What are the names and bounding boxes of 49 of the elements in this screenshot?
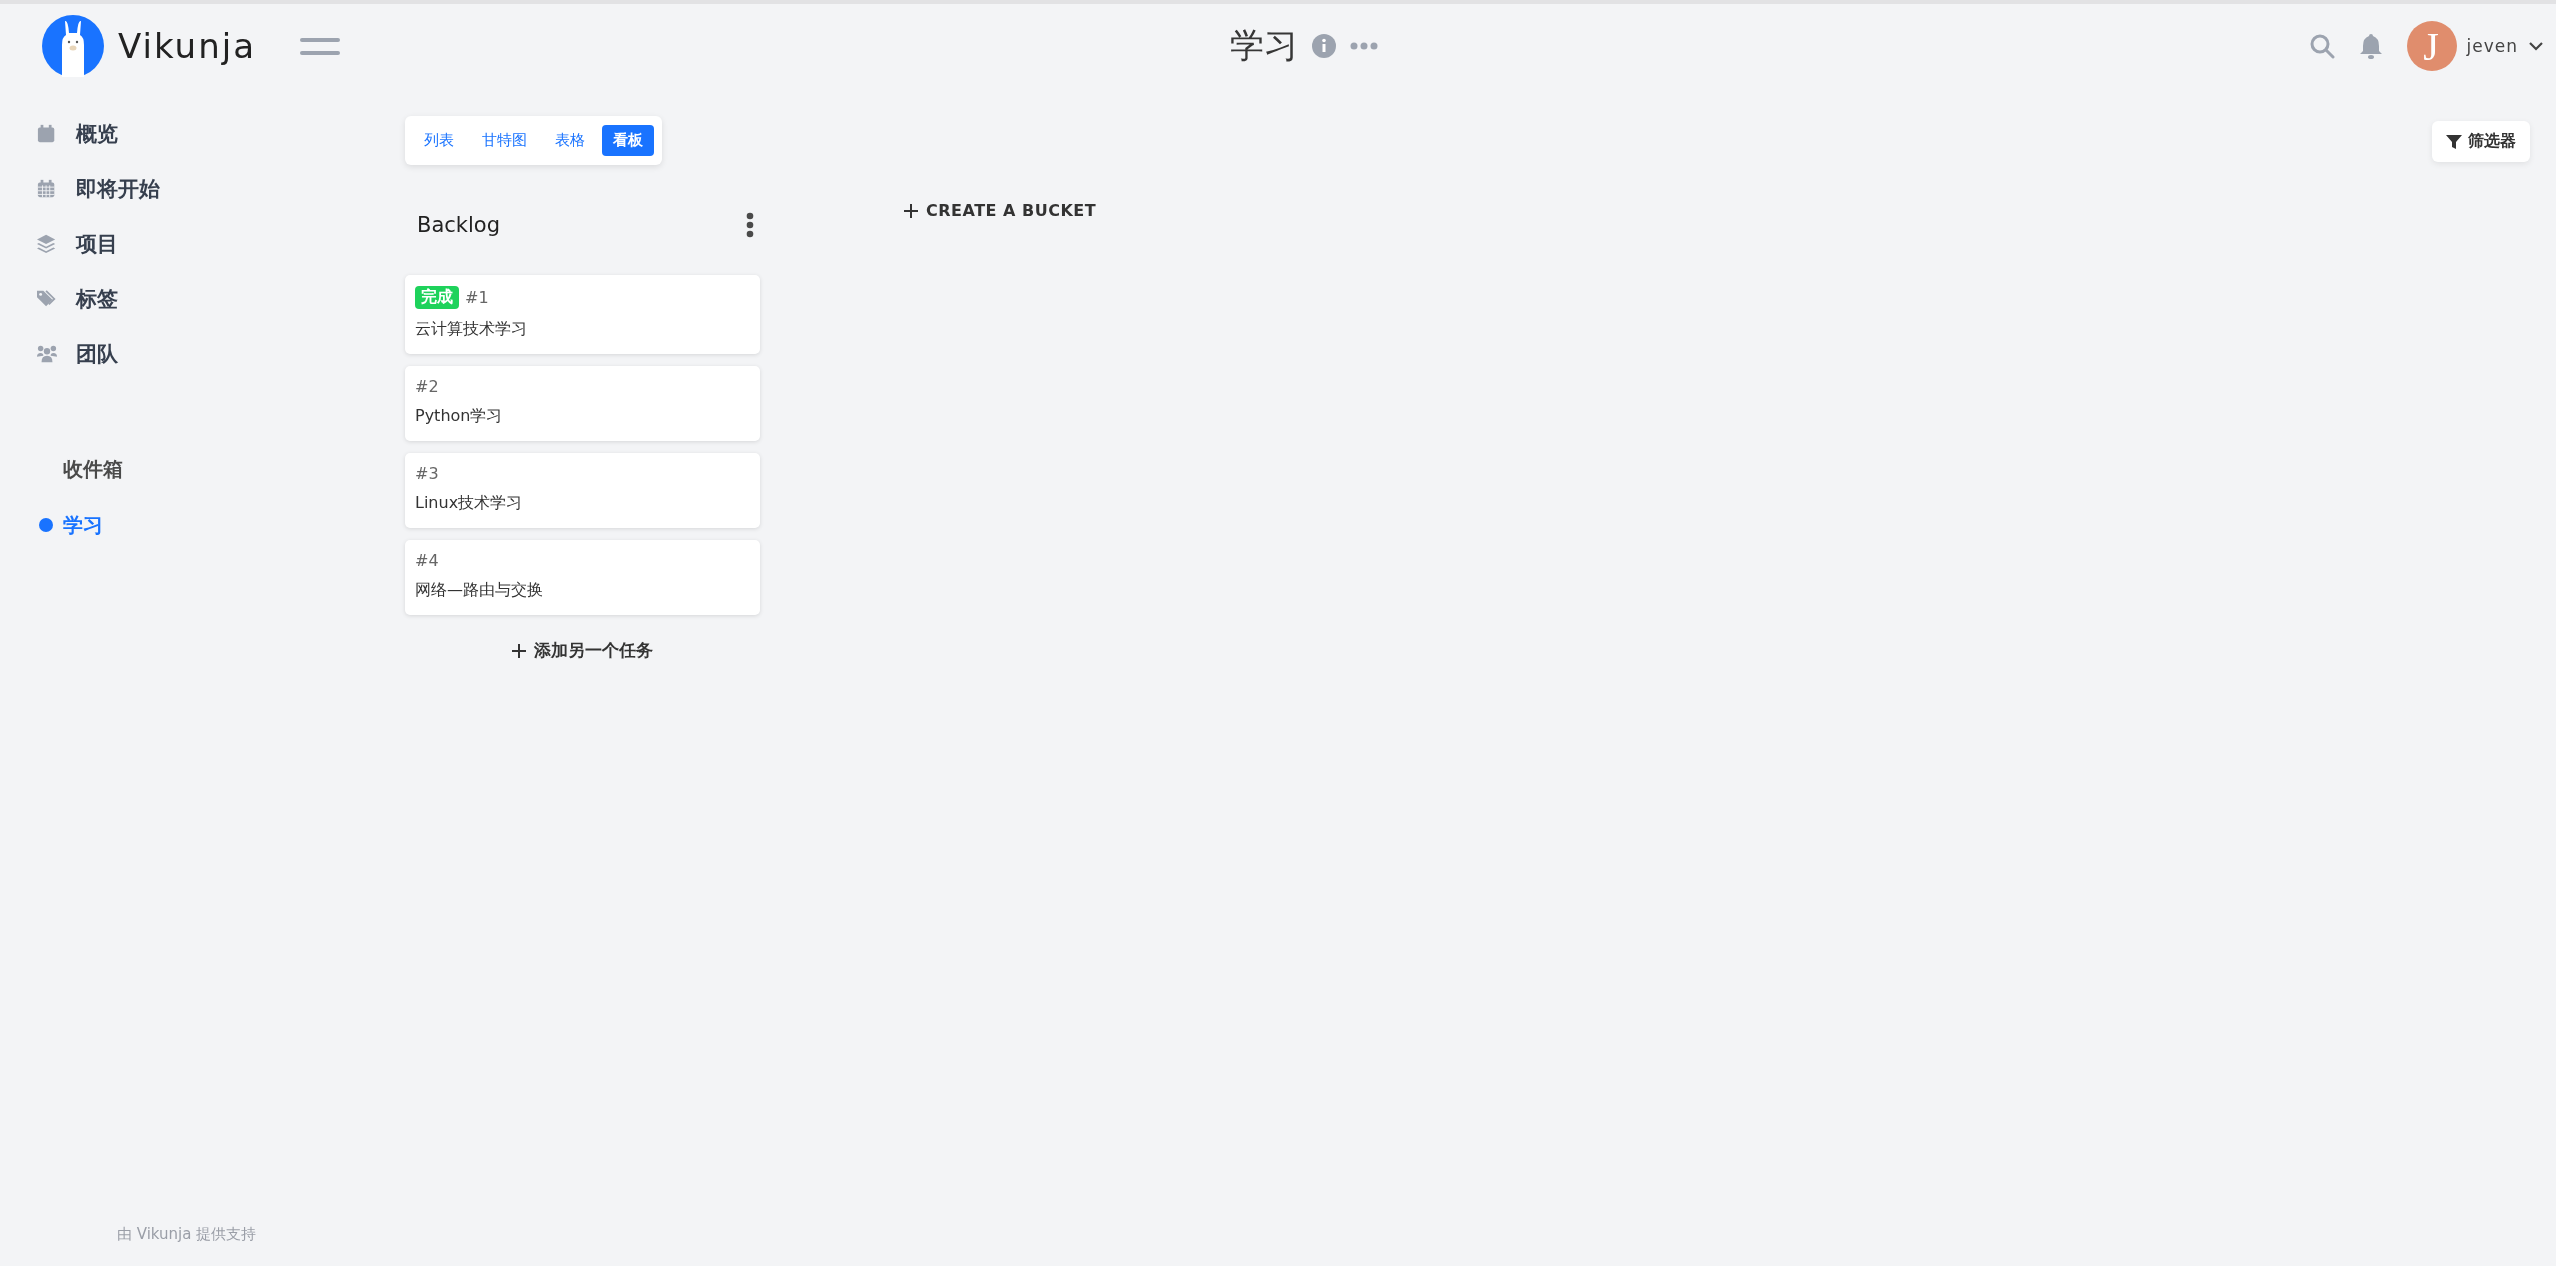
task-card[interactable]: #4 网络—路由与交换 — [405, 540, 760, 615]
task-number: #3 — [415, 464, 439, 483]
task-card[interactable]: 完成 #1 云计算技术学习 — [405, 275, 760, 354]
task-number: #2 — [415, 377, 439, 396]
users-icon — [37, 343, 57, 364]
user-name: jeven — [2466, 36, 2518, 56]
view-tab[interactable]: 表格 — [544, 125, 596, 156]
nav-item[interactable]: 项目 — [36, 216, 370, 271]
kebab-menu-icon[interactable] — [746, 212, 754, 238]
bucket-title: Backlog — [417, 213, 500, 237]
view-tab[interactable]: 列表 — [413, 125, 465, 156]
avatar: J — [2406, 21, 2457, 71]
task-card[interactable]: #2 Python学习 — [405, 366, 760, 441]
filter-icon — [2446, 133, 2462, 150]
plus-icon — [512, 643, 526, 658]
task-card[interactable]: #3 Linux技术学习 — [405, 453, 760, 528]
nav-item[interactable]: 标签 — [36, 271, 370, 326]
logo-text: Vikunja — [118, 26, 256, 66]
calendar-grid-icon — [37, 178, 57, 199]
nav-item[interactable]: 团队 — [36, 326, 370, 381]
task-title: Python学习 — [415, 406, 504, 427]
info-icon[interactable] — [1312, 34, 1336, 58]
project-title: 学习 — [1230, 24, 1298, 67]
calendar-icon — [37, 123, 57, 144]
chevron-down-icon — [2528, 41, 2544, 51]
done-badge: 完成 — [415, 286, 459, 309]
task-number: #4 — [415, 551, 439, 570]
project-item[interactable]: 收件箱 — [36, 441, 370, 497]
bell-icon[interactable] — [2358, 33, 2383, 59]
task-title: 云计算技术学习 — [415, 319, 528, 340]
user-menu[interactable]: J jeven — [2406, 21, 2544, 71]
nav-item[interactable]: 即将开始 — [36, 161, 370, 216]
more-icon[interactable] — [1350, 42, 1378, 50]
create-bucket-button[interactable]: CREATE A BUCKET — [900, 197, 1101, 224]
add-task-button[interactable]: 添加另一个任务 — [506, 633, 659, 668]
task-title: 网络—路由与交换 — [415, 580, 544, 601]
plus-icon — [904, 203, 918, 218]
nav-item[interactable]: 概览 — [36, 106, 370, 161]
layers-icon — [37, 233, 57, 254]
tags-icon — [37, 288, 57, 309]
filter-button[interactable]: 筛选器 — [2432, 121, 2530, 162]
view-tab[interactable]: 甘特图 — [471, 125, 538, 156]
view-tab[interactable]: 看板 — [602, 125, 654, 156]
powered-by-text: 由 Vikunja 提供支持 — [116, 1225, 258, 1244]
task-number: #1 — [465, 288, 489, 307]
project-item[interactable]: 学习 — [36, 497, 370, 553]
task-title: Linux技术学习 — [415, 493, 524, 514]
llama-logo-icon — [42, 15, 104, 77]
search-icon[interactable] — [2308, 33, 2335, 59]
